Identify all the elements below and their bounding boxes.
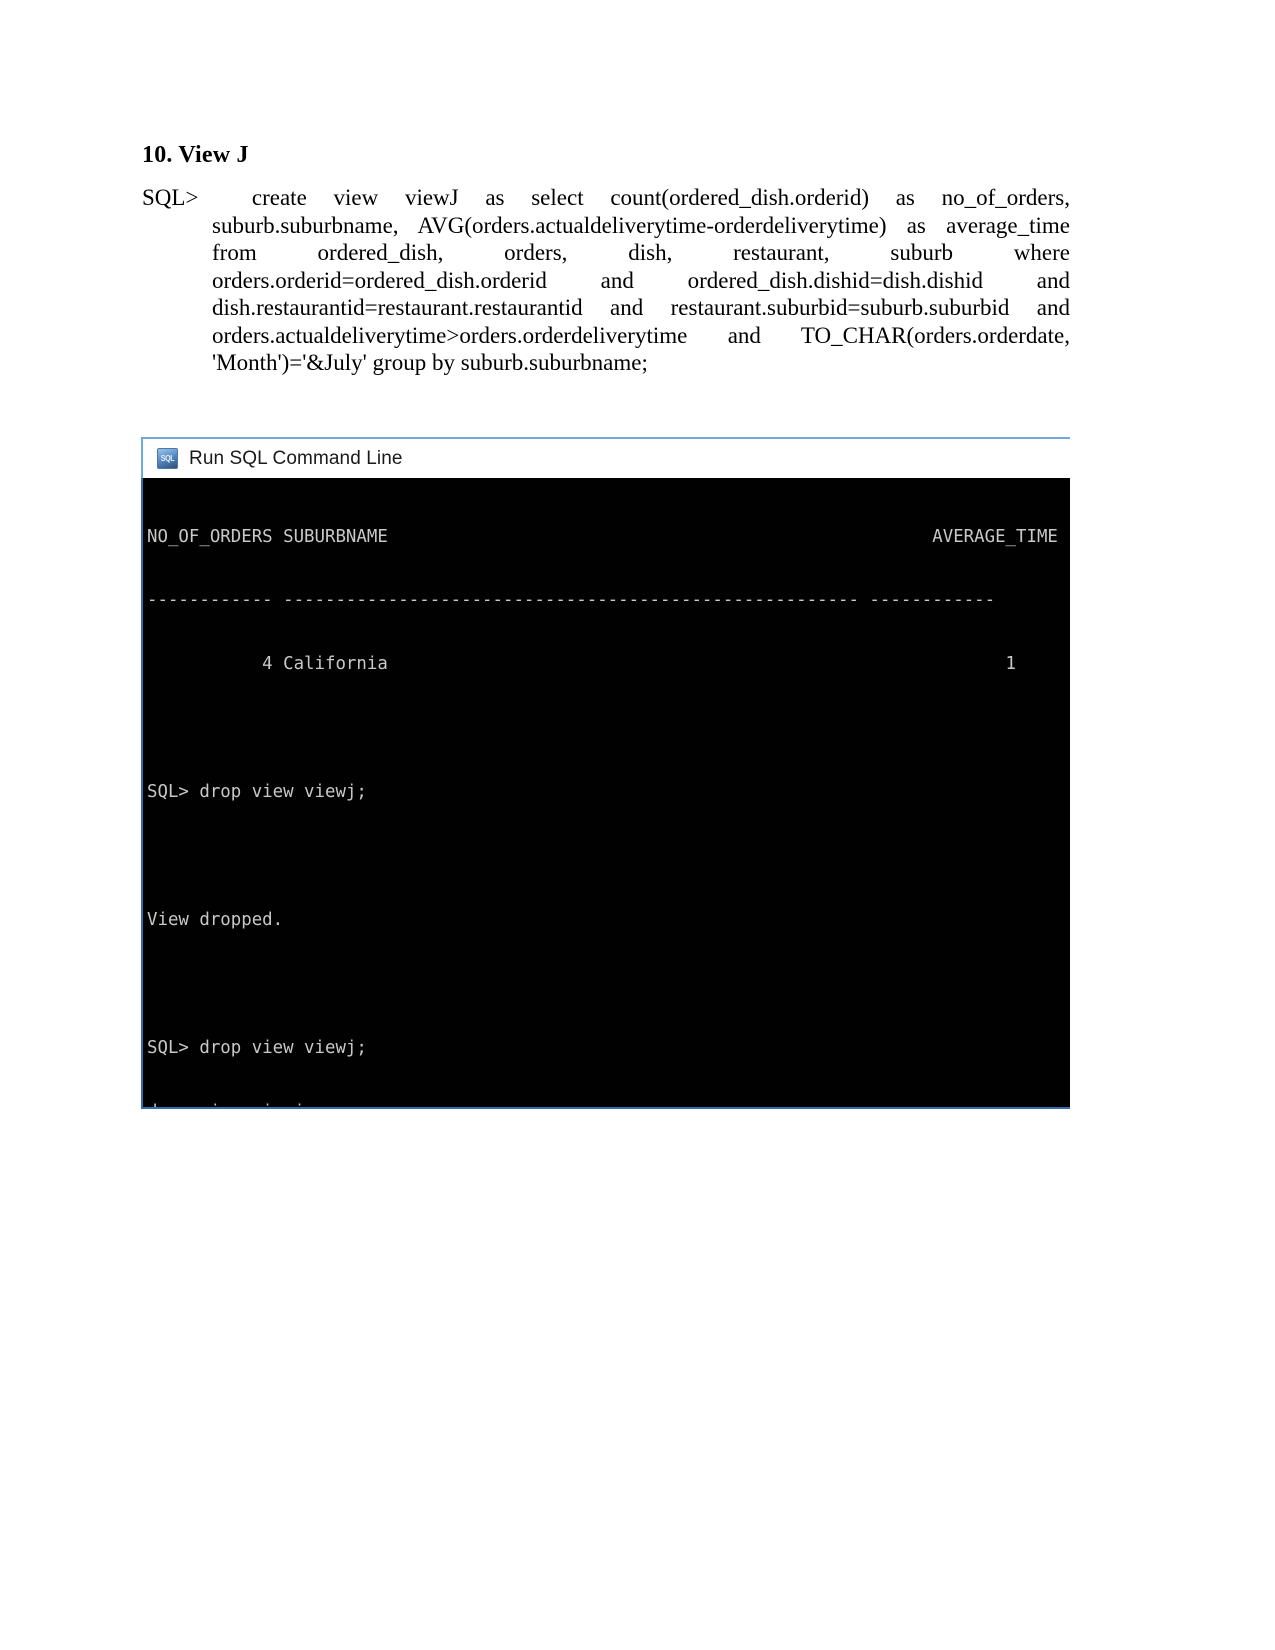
sql-paragraph-line: suburb.suburbname, AVG(orders.actualdeli… [142,212,1070,240]
window-title-bar: SQL Run SQL Command Line [141,437,1070,478]
window-title: Run SQL Command Line [189,447,403,469]
terminal-line: ------------ ---------------------------… [147,590,996,611]
sql-paragraph-line-text: suburb.suburbname, AVG(orders.actualdeli… [212,212,1070,238]
sql-paragraph-line-text: orders.actualdeliverytime>orders.orderde… [212,322,1070,348]
terminal-line: 4 California 1 [147,654,1017,675]
sql-query-paragraph: SQL> create view viewJ as select count(o… [142,184,1070,377]
sql-paragraph-line-text: from ordered_dish, orders, dish, restaur… [212,240,1070,265]
sql-paragraph-line-text: 'Month')='&July' group by suburb.suburbn… [212,350,648,375]
sql-app-icon-glyph: SQL [160,453,175,463]
document-page: 10. View J SQL> create view viewJ as sel… [0,0,1275,1650]
sql-app-icon: SQL [157,448,178,469]
sql-command-line-window: SQL Run SQL Command Line NO_OF_ORDERS SU… [141,437,1070,1109]
sql-paragraph-line: orders.orderid=ordered_dish.orderid and … [142,267,1070,295]
sql-paragraph-line: SQL> create view viewJ as select count(o… [142,184,1070,212]
sql-paragraph-line: from ordered_dish, orders, dish, restaur… [142,239,1070,267]
terminal-output: NO_OF_ORDERS SUBURBNAME AVERAGE_TIME ---… [147,484,1070,1107]
sql-paragraph-line-text: create view viewJ as select count(ordere… [251,185,1070,210]
sql-paragraph-line-text: dish.restaurantid=restaurant.restauranti… [212,295,1070,320]
terminal-line: NO_OF_ORDERS SUBURBNAME AVERAGE_TIME [147,526,1058,547]
terminal-line: SQL> drop view viewj; [147,782,367,803]
sql-prompt-label: SQL> [142,185,199,210]
sql-paragraph-line-text: orders.orderid=ordered_dish.orderid and … [212,267,1070,293]
terminal-line: drop view viewj [147,1102,1070,1107]
terminal-screen[interactable]: NO_OF_ORDERS SUBURBNAME AVERAGE_TIME ---… [141,478,1070,1109]
sql-paragraph-line: dish.restaurantid=restaurant.restauranti… [142,294,1070,322]
terminal-line: View dropped. [147,909,284,930]
sql-paragraph-line: 'Month')='&July' group by suburb.suburbn… [142,349,1070,377]
terminal-line: SQL> drop view viewj; [147,1037,367,1058]
sql-paragraph-line: orders.actualdeliverytime>orders.orderde… [142,322,1070,350]
page-heading: 10. View J [142,142,249,168]
